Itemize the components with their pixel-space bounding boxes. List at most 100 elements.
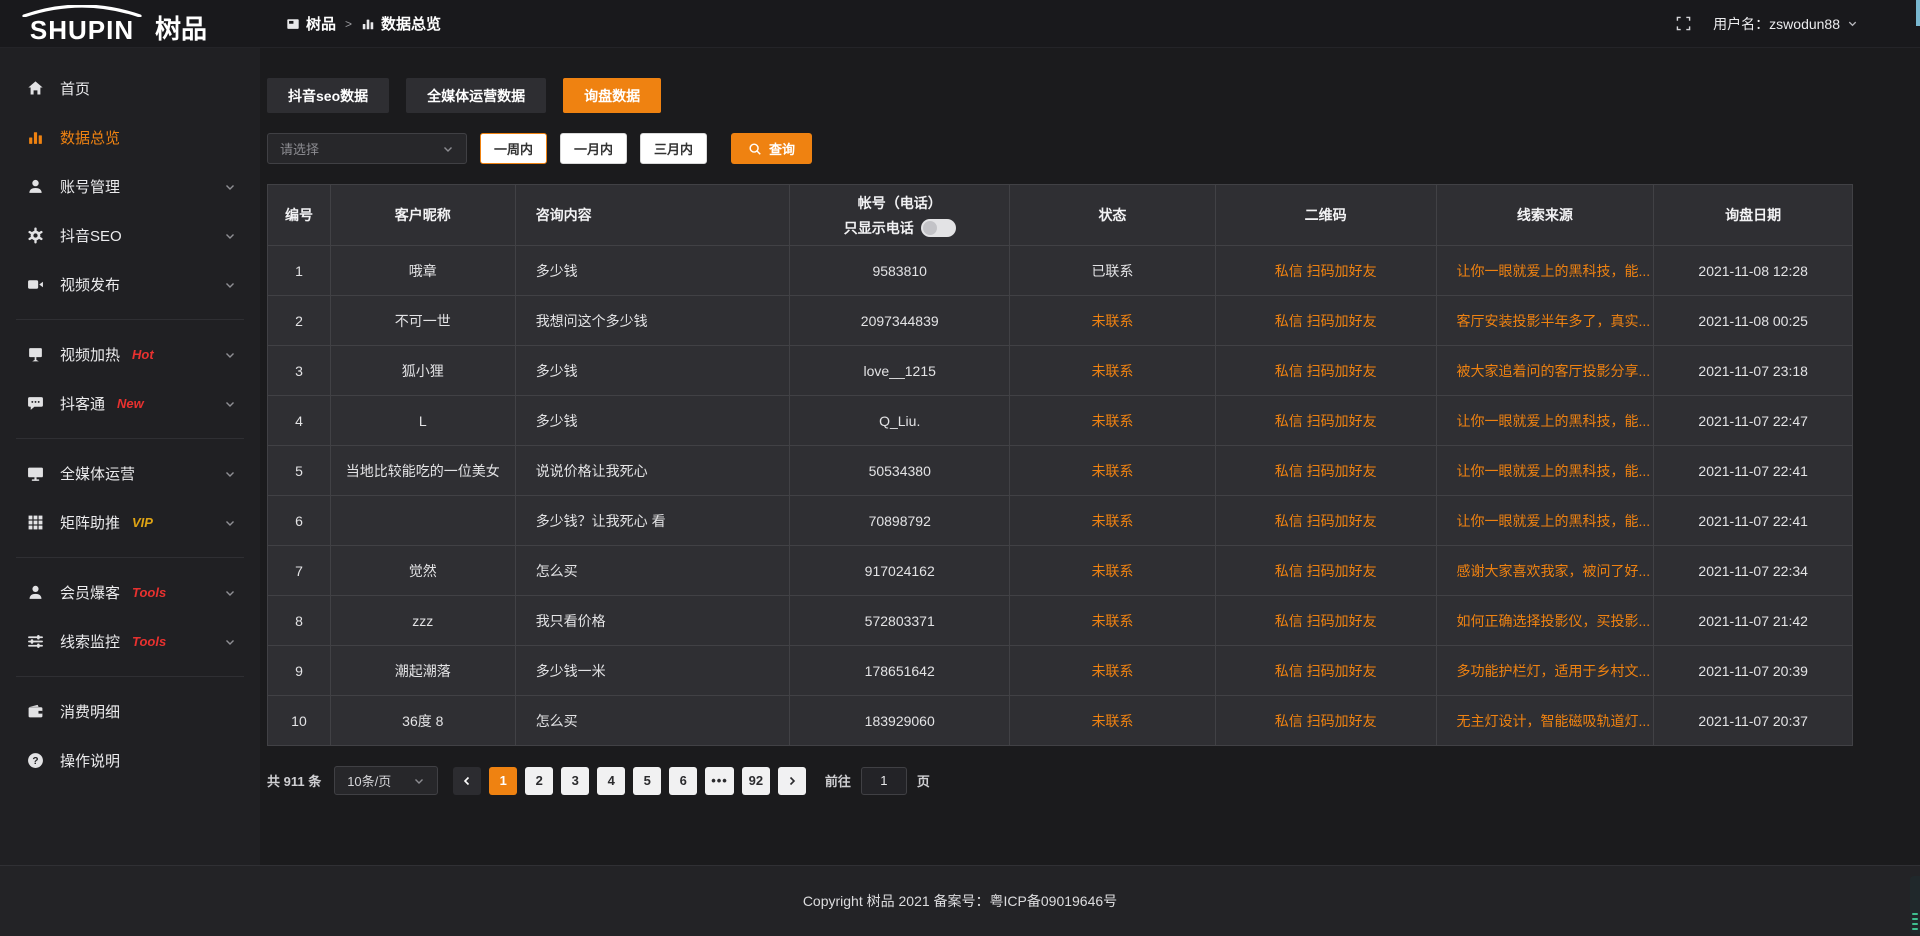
pager-next-button[interactable] bbox=[778, 767, 806, 795]
pager-page-1[interactable]: 1 bbox=[489, 767, 517, 795]
sidebar-item-4[interactable]: 视频发布 bbox=[0, 260, 260, 309]
corner-widget-bar bbox=[1912, 923, 1918, 925]
phone-toggle-label: 只显示电话 bbox=[844, 218, 914, 238]
chevron-down-icon bbox=[224, 517, 236, 529]
cell-nickname: zzz bbox=[331, 596, 516, 645]
filter-select[interactable]: 请选择 bbox=[267, 133, 467, 164]
sidebar-item-6[interactable]: 抖客通New bbox=[0, 379, 260, 428]
cell-id: 3 bbox=[268, 346, 331, 395]
cell-source[interactable]: 客厅安装投影半年多了，真实... bbox=[1437, 296, 1655, 345]
tab-2[interactable]: 询盘数据 bbox=[563, 78, 661, 113]
cell-account: 70898792 bbox=[790, 496, 1010, 545]
user-icon bbox=[27, 178, 45, 195]
cell-content: 多少钱？让我死心 看 bbox=[516, 496, 791, 545]
period-button-0[interactable]: 一周内 bbox=[480, 133, 547, 164]
cell-source[interactable]: 让你一眼就爱上的黑科技，能... bbox=[1437, 246, 1655, 295]
cell-source[interactable]: 被大家追着问的客厅投影分享... bbox=[1437, 346, 1655, 395]
cell-source[interactable]: 感谢大家喜欢我家，被问了好... bbox=[1437, 546, 1655, 595]
cell-qrcode[interactable]: 私信 扫码加好友 bbox=[1216, 696, 1437, 745]
sidebar-item-label: 会员爆客 bbox=[60, 582, 120, 603]
toggle-knob bbox=[923, 221, 937, 235]
chat-icon bbox=[27, 395, 45, 412]
page-size-select[interactable]: 10条/页 bbox=[334, 766, 438, 795]
corner-widget[interactable] bbox=[1910, 876, 1920, 934]
cell-qrcode[interactable]: 私信 扫码加好友 bbox=[1216, 446, 1437, 495]
svg-text:?: ? bbox=[32, 756, 38, 767]
sidebar-item-8[interactable]: 矩阵助推VIP bbox=[0, 498, 260, 547]
chevron-down-icon bbox=[224, 398, 236, 410]
monitor-icon bbox=[27, 465, 45, 482]
chevron-down-icon bbox=[224, 587, 236, 599]
pager-page-5[interactable]: 5 bbox=[633, 767, 661, 795]
cell-qrcode[interactable]: 私信 扫码加好友 bbox=[1216, 546, 1437, 595]
sidebar-item-7[interactable]: 全媒体运营 bbox=[0, 449, 260, 498]
goto-page-input[interactable] bbox=[861, 767, 907, 795]
sidebar-item-11[interactable]: 消费明细 bbox=[0, 687, 260, 736]
cell-source[interactable]: 让你一眼就爱上的黑科技，能... bbox=[1437, 496, 1655, 545]
scrollbar-thumb[interactable] bbox=[1916, 0, 1920, 26]
pager-prev-button[interactable] bbox=[453, 767, 481, 795]
chevron-down-icon bbox=[224, 181, 236, 193]
cell-id: 9 bbox=[268, 646, 331, 695]
cell-qrcode[interactable]: 私信 扫码加好友 bbox=[1216, 646, 1437, 695]
cell-qrcode[interactable]: 私信 扫码加好友 bbox=[1216, 596, 1437, 645]
fullscreen-icon[interactable] bbox=[1676, 16, 1691, 31]
sidebar-menu: 首页数据总览账号管理抖音SEO 视频发布视频加热Hot抖客通New 全媒体运营矩阵助… bbox=[0, 48, 260, 865]
sidebar-item-10[interactable]: 线索监控Tools bbox=[0, 617, 260, 666]
sidebar-item-label: 数据总览 bbox=[60, 127, 120, 148]
cell-source[interactable]: 如何正确选择投影仪，买投影... bbox=[1437, 596, 1655, 645]
pager-ellipsis[interactable]: ••• bbox=[705, 767, 734, 795]
cell-source[interactable]: 无主灯设计，智能磁吸轨道灯... bbox=[1437, 696, 1655, 745]
table-row: 8zzz我只看价格572803371未联系私信 扫码加好友如何正确选择投影仪，买… bbox=[268, 595, 1852, 645]
sidebar-item-1[interactable]: 数据总览 bbox=[0, 113, 260, 162]
table-row: 1036度 8怎么买183929060未联系私信 扫码加好友无主灯设计，智能磁吸… bbox=[268, 695, 1852, 745]
chevron-down-icon bbox=[224, 468, 236, 480]
sidebar-item-5[interactable]: 视频加热Hot bbox=[0, 330, 260, 379]
help-icon: ? bbox=[27, 752, 45, 769]
user-menu[interactable]: 用户名：zswodun88 bbox=[1713, 14, 1858, 34]
pager-page-4[interactable]: 4 bbox=[597, 767, 625, 795]
cell-qrcode[interactable]: 私信 扫码加好友 bbox=[1216, 496, 1437, 545]
cell-nickname: 不可一世 bbox=[331, 296, 516, 345]
sidebar-item-2[interactable]: 账号管理 bbox=[0, 162, 260, 211]
sidebar-item-12[interactable]: ?操作说明 bbox=[0, 736, 260, 785]
column-header-id: 编号 bbox=[268, 185, 331, 245]
cell-source[interactable]: 让你一眼就爱上的黑科技，能... bbox=[1437, 446, 1655, 495]
total-count-label: 共 911 条 bbox=[267, 771, 321, 790]
cell-source[interactable]: 多功能护栏灯，适用于乡村文... bbox=[1437, 646, 1655, 695]
cell-nickname: 狐小狸 bbox=[331, 346, 516, 395]
cell-source[interactable]: 让你一眼就爱上的黑科技，能... bbox=[1437, 396, 1655, 445]
cell-qrcode[interactable]: 私信 扫码加好友 bbox=[1216, 246, 1437, 295]
breadcrumb-item-home[interactable]: 树品 bbox=[286, 13, 336, 34]
chevron-down-icon bbox=[224, 279, 236, 291]
chevron-left-icon bbox=[461, 775, 473, 787]
tab-0[interactable]: 抖音seo数据 bbox=[267, 78, 389, 113]
pager-page-6[interactable]: 6 bbox=[669, 767, 697, 795]
period-button-1[interactable]: 一月内 bbox=[560, 133, 627, 164]
pager-page-3[interactable]: 3 bbox=[561, 767, 589, 795]
cell-qrcode[interactable]: 私信 扫码加好友 bbox=[1216, 296, 1437, 345]
sidebar-item-label: 视频加热 bbox=[60, 344, 120, 365]
cell-nickname: 潮起潮落 bbox=[331, 646, 516, 695]
sidebar-item-0[interactable]: 首页 bbox=[0, 64, 260, 113]
tab-1[interactable]: 全媒体运营数据 bbox=[406, 78, 546, 113]
sidebar-item-9[interactable]: 会员爆客Tools bbox=[0, 568, 260, 617]
cell-status: 未联系 bbox=[1010, 296, 1216, 345]
cell-qrcode[interactable]: 私信 扫码加好友 bbox=[1216, 346, 1437, 395]
chevron-down-icon bbox=[224, 636, 236, 648]
cell-qrcode[interactable]: 私信 扫码加好友 bbox=[1216, 396, 1437, 445]
app-logo[interactable]: SHUPIN 树品 bbox=[18, 5, 207, 43]
search-button[interactable]: 查询 bbox=[731, 133, 812, 164]
breadcrumb-item-current[interactable]: 数据总览 bbox=[361, 13, 441, 34]
cell-id: 4 bbox=[268, 396, 331, 445]
cell-content: 说说价格让我死心 bbox=[516, 446, 791, 495]
username-label: 用户名：zswodun88 bbox=[1713, 14, 1840, 34]
period-button-2[interactable]: 三月内 bbox=[640, 133, 707, 164]
phone-only-toggle[interactable] bbox=[921, 219, 956, 237]
pager-page-2[interactable]: 2 bbox=[525, 767, 553, 795]
sidebar-item-3[interactable]: 抖音SEO bbox=[0, 211, 260, 260]
pager-page-92[interactable]: 92 bbox=[742, 767, 770, 795]
sidebar-item-label: 视频发布 bbox=[60, 274, 120, 295]
brand-cn: 树品 bbox=[155, 16, 207, 42]
sidebar-divider bbox=[16, 557, 244, 558]
